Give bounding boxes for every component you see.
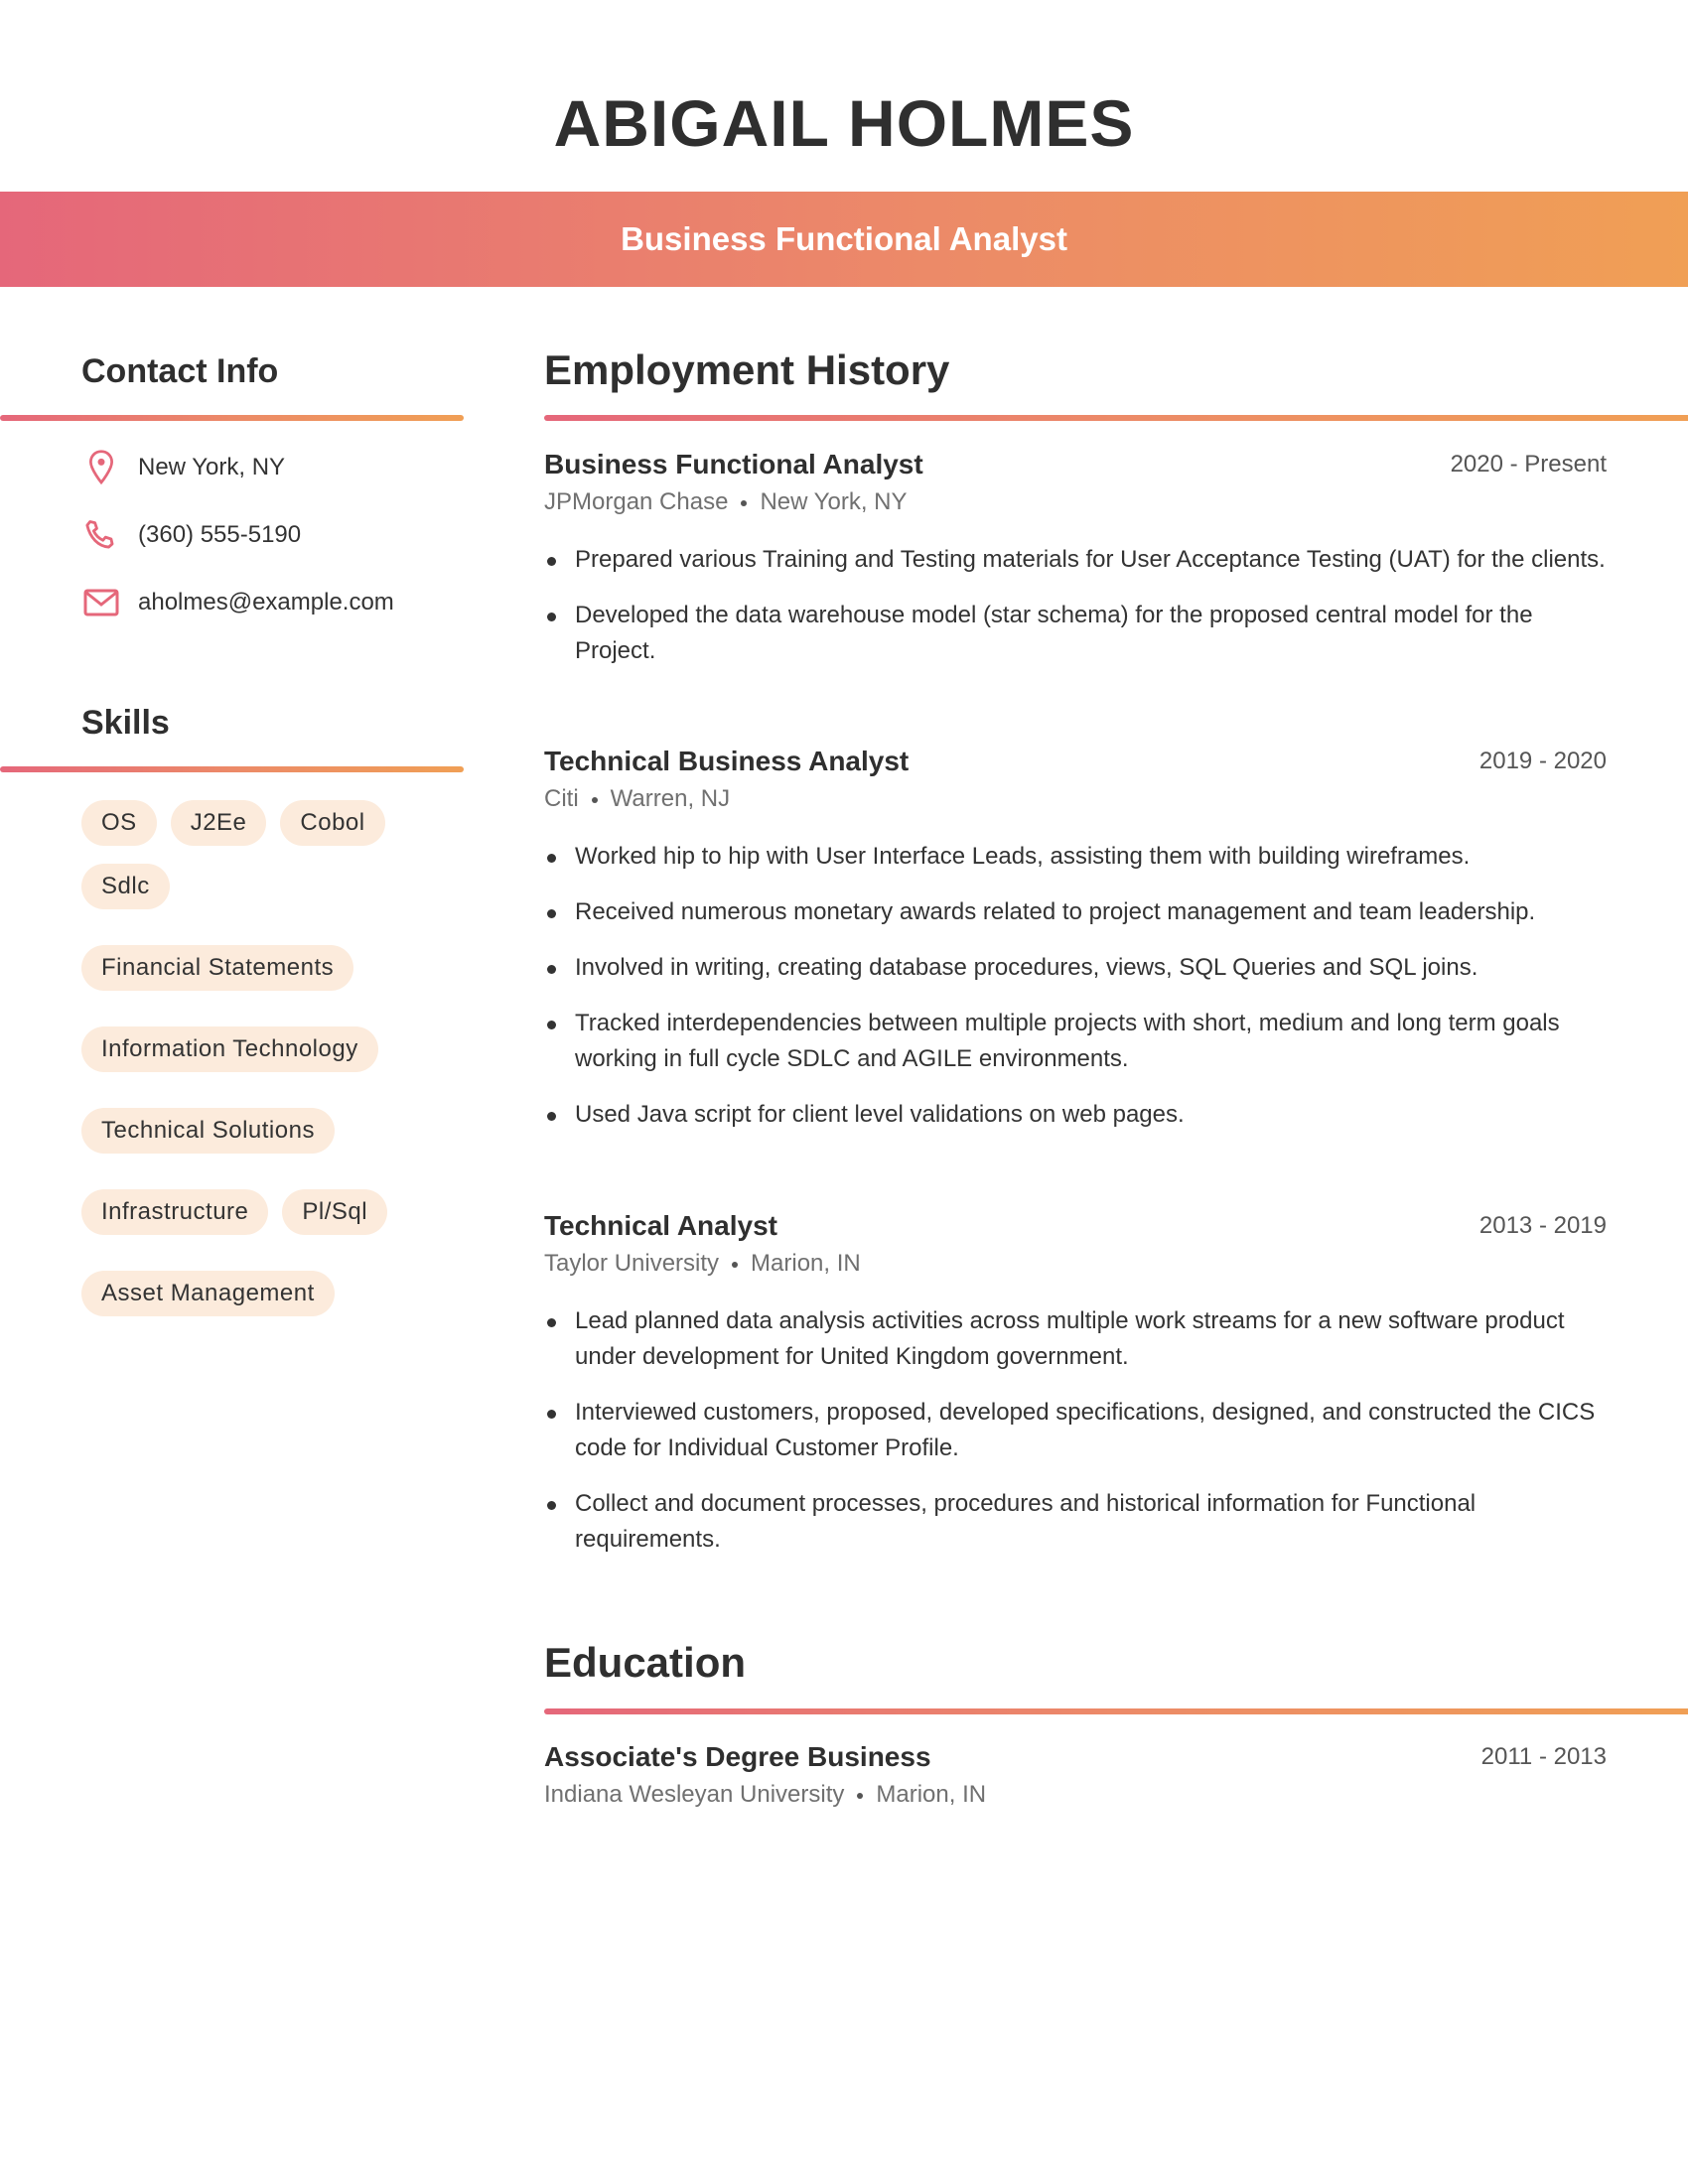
job-bullets: Prepared various Training and Testing ma… xyxy=(544,542,1607,669)
education-divider xyxy=(544,1708,1688,1714)
mail-icon xyxy=(81,583,121,622)
candidate-name: ABIGAIL HOLMES xyxy=(553,86,1135,160)
job-title: Technical Business Analyst xyxy=(544,746,910,776)
map-pin-icon xyxy=(81,448,121,487)
job-entry: Business Functional Analyst 2020 - Prese… xyxy=(544,449,1607,689)
job-location: Marion, IN xyxy=(751,1250,861,1277)
job-location: Warren, NJ xyxy=(610,785,731,812)
skill-chip: Technical Solutions xyxy=(81,1108,335,1154)
bullet-item: Worked hip to hip with User Interface Le… xyxy=(544,839,1607,875)
education-dates: 2011 - 2013 xyxy=(1480,1743,1607,1770)
skill-chip: Infrastructure xyxy=(81,1189,269,1235)
skill-chip: Information Technology xyxy=(81,1026,378,1072)
bullet-item: Prepared various Training and Testing ma… xyxy=(544,542,1607,578)
bullet-item: Received numerous monetary awards relate… xyxy=(544,894,1607,930)
job-employer: Citi Warren, NJ xyxy=(544,785,1607,813)
title-banner: Business Functional Analyst xyxy=(0,192,1688,287)
job-company: Taylor University xyxy=(544,1250,720,1277)
contact-email-text[interactable]: aholmes@example.com xyxy=(138,589,394,616)
job-entry: Technical Business Analyst 2019 - 2020 C… xyxy=(544,746,1607,1153)
contact-phone[interactable]: (360) 555-5190 xyxy=(81,515,301,555)
employment-heading: Employment History xyxy=(544,346,950,393)
skills-list: OS J2Ee Cobol Sdlc Financial Statements … xyxy=(81,800,469,1316)
skill-chip: OS xyxy=(81,800,157,846)
bullet-item: Lead planned data analysis activities ac… xyxy=(544,1303,1607,1375)
bullet-item: Used Java script for client level valida… xyxy=(544,1097,1607,1133)
separator-dot xyxy=(741,499,748,506)
job-entry: Technical Analyst 2013 - 2019 Taylor Uni… xyxy=(544,1210,1607,1577)
contact-location: New York, NY xyxy=(81,448,285,487)
skill-chip: Pl/Sql xyxy=(282,1189,388,1235)
job-bullets: Worked hip to hip with User Interface Le… xyxy=(544,839,1607,1133)
bullet-item: Interviewed customers, proposed, develop… xyxy=(544,1395,1607,1466)
education-school: Indiana Wesleyan University Marion, IN xyxy=(544,1781,1607,1809)
education-entry: Associate's Degree Business 2011 - 2013 … xyxy=(544,1741,1607,1809)
skill-chip: J2Ee xyxy=(170,800,267,846)
job-title-banner-text: Business Functional Analyst xyxy=(621,220,1067,257)
separator-dot xyxy=(732,1261,739,1268)
employment-divider xyxy=(544,415,1688,421)
job-dates: 2020 - Present xyxy=(1450,451,1607,478)
contact-heading: Contact Info xyxy=(81,352,279,390)
skills-heading: Skills xyxy=(81,704,170,742)
job-employer: Taylor University Marion, IN xyxy=(544,1250,1607,1278)
contact-location-text: New York, NY xyxy=(138,454,286,480)
skill-chip: Sdlc xyxy=(81,864,170,909)
separator-dot xyxy=(591,796,598,803)
job-employer: JPMorgan Chase New York, NY xyxy=(544,488,1607,516)
skill-chip: Financial Statements xyxy=(81,945,354,991)
job-dates: 2019 - 2020 xyxy=(1478,748,1607,774)
school-name: Indiana Wesleyan University xyxy=(544,1781,845,1808)
contact-email[interactable]: aholmes@example.com xyxy=(81,583,394,622)
degree-title: Associate's Degree Business xyxy=(544,1741,931,1772)
job-location: New York, NY xyxy=(760,488,908,515)
job-title: Technical Analyst xyxy=(544,1210,777,1241)
education-heading: Education xyxy=(544,1639,747,1686)
school-location: Marion, IN xyxy=(876,1781,987,1808)
job-company: JPMorgan Chase xyxy=(544,488,729,515)
contact-divider xyxy=(0,415,464,421)
bullet-item: Developed the data warehouse model (star… xyxy=(544,598,1607,669)
skill-chip: Cobol xyxy=(280,800,385,846)
bullet-item: Tracked interdependencies between multip… xyxy=(544,1006,1607,1077)
job-bullets: Lead planned data analysis activities ac… xyxy=(544,1303,1607,1558)
job-dates: 2013 - 2019 xyxy=(1478,1212,1607,1239)
skills-divider xyxy=(0,766,464,772)
job-title: Business Functional Analyst xyxy=(544,449,923,479)
bullet-item: Collect and document processes, procedur… xyxy=(544,1486,1607,1558)
separator-dot xyxy=(857,1792,864,1799)
contact-phone-text[interactable]: (360) 555-5190 xyxy=(138,521,301,549)
bullet-item: Involved in writing, creating database p… xyxy=(544,950,1607,986)
job-company: Citi xyxy=(544,785,579,812)
skill-chip: Asset Management xyxy=(81,1271,335,1316)
phone-icon xyxy=(81,515,121,555)
